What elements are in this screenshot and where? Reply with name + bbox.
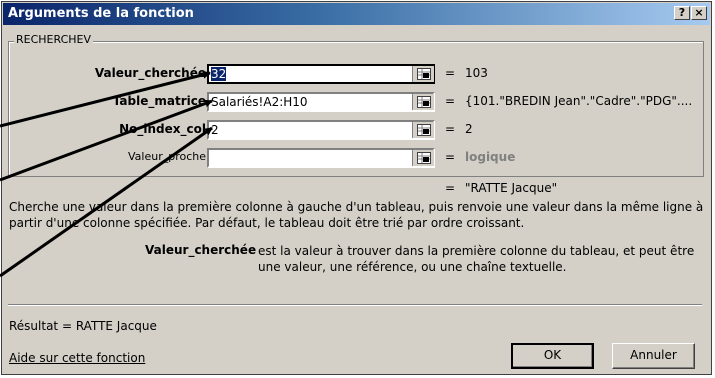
arg-label-table-matrice: Table_matrice: [112, 94, 206, 108]
title-bar[interactable]: Arguments de la fonction ? ×: [3, 3, 710, 25]
close-button[interactable]: ×: [691, 6, 707, 20]
refedit-button-2[interactable]: [412, 94, 434, 110]
equals-sign: =: [445, 66, 456, 80]
help-button[interactable]: ?: [674, 6, 690, 20]
refedit-button-4[interactable]: [412, 150, 434, 166]
function-name-label: RECHERCHEV: [14, 33, 94, 46]
arg-result-2: {101."BREDIN Jean"."Cadre"."PDG"....: [465, 94, 693, 108]
param-help-name: Valeur_cherchée: [145, 243, 257, 257]
arg-label-no-index-col: No_index_col: [119, 122, 206, 136]
dialog-title: Arguments de la fonction: [8, 6, 194, 21]
ok-button[interactable]: OK: [511, 343, 594, 369]
arg-result-1: 103: [465, 66, 488, 80]
no-index-col-input[interactable]: 2: [207, 120, 435, 140]
equals-sign: =: [445, 94, 456, 108]
result-line: Résultat = RATTE Jacque: [9, 319, 157, 333]
arg-result-3: 2: [465, 122, 473, 136]
function-description: Cherche une valeur dans la première colo…: [9, 200, 704, 230]
cancel-button[interactable]: Annuler: [612, 343, 695, 369]
table-matrice-input[interactable]: Salariés!A2:H10: [207, 92, 435, 112]
valeur-proche-input[interactable]: [207, 148, 435, 168]
refedit-button-3[interactable]: [412, 122, 434, 138]
arg-label-valeur-proche: Valeur_proche: [127, 150, 206, 163]
collapse-dialog-icon: [417, 124, 431, 136]
refedit-button-1[interactable]: [412, 66, 434, 82]
collapse-dialog-icon: [417, 152, 431, 164]
param-help-text: est la valeur à trouver dans la première…: [258, 244, 695, 274]
equals-sign: =: [445, 150, 456, 164]
help-link[interactable]: Aide sur cette fonction: [9, 351, 145, 365]
equals-sign: =: [445, 181, 456, 195]
collapse-dialog-icon: [417, 96, 431, 108]
arg-label-valeur-cherchee: Valeur_cherchée: [94, 66, 206, 80]
valeur-cherchee-input[interactable]: 32: [207, 64, 435, 84]
arg-result-4: logique: [465, 150, 516, 164]
separator-highlight: [8, 305, 702, 306]
formula-result: "RATTE Jacque": [465, 181, 558, 195]
equals-sign: =: [445, 122, 456, 136]
valeur-cherchee-value: 32: [211, 67, 227, 81]
collapse-dialog-icon: [417, 68, 431, 80]
